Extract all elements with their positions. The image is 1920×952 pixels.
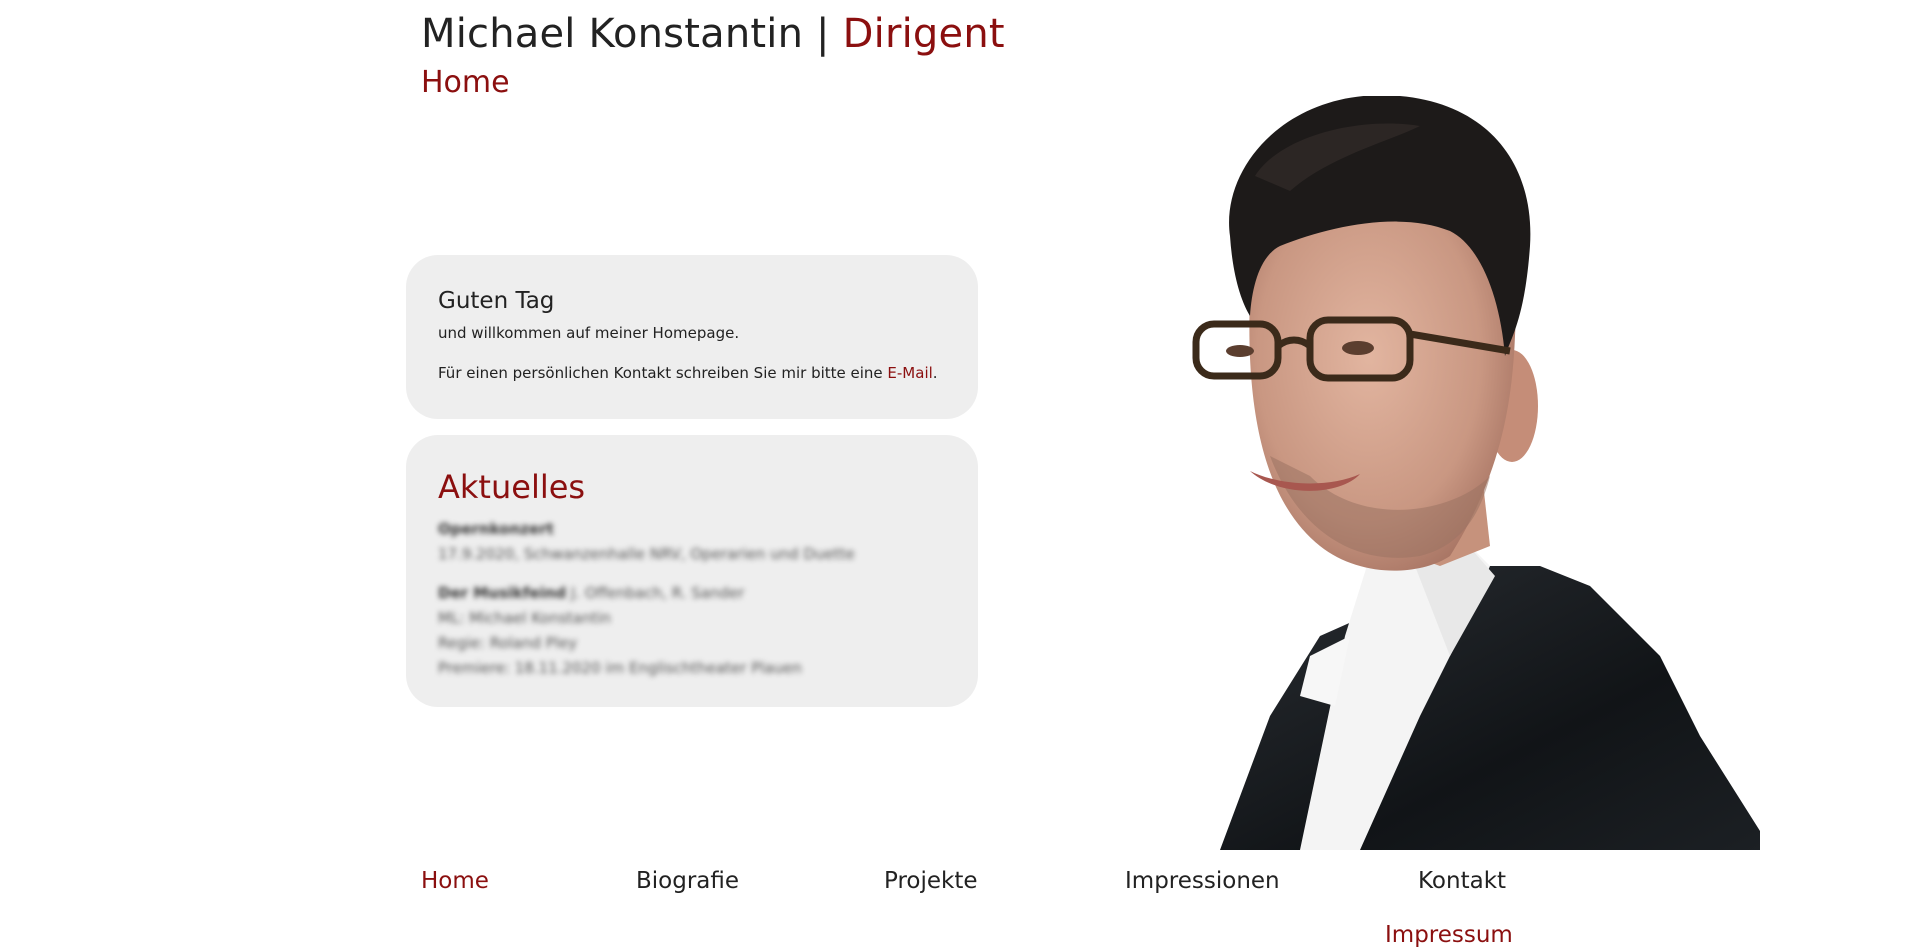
portrait-illustration: [1192, 96, 1760, 850]
news-entry-title: Opernkonzert: [438, 517, 946, 542]
contact-text-suffix: .: [932, 364, 938, 382]
news-entry: Opernkonzert 17.9.2020, Schwanzenhalle N…: [438, 517, 946, 567]
email-link[interactable]: E-Mail: [887, 364, 932, 382]
portrait-image: [1160, 96, 1760, 850]
site-title-role: Dirigent: [842, 11, 1005, 57]
news-entry-title-suffix: J. Offenbach, R. Sander: [566, 584, 745, 602]
news-content: Opernkonzert 17.9.2020, Schwanzenhalle N…: [438, 517, 946, 681]
news-entry-title: Der Musikfeind J. Offenbach, R. Sander: [438, 581, 946, 606]
site-title-name: Michael Konstantin: [421, 11, 804, 57]
nav-biografie[interactable]: Biografie: [636, 866, 739, 896]
contact-text: Für einen persönlichen Kontakt schreiben…: [438, 363, 946, 383]
nav-kontakt[interactable]: Kontakt: [1418, 866, 1506, 896]
site-title-separator: |: [816, 11, 830, 57]
welcome-heading: Guten Tag: [438, 288, 555, 314]
nav-projekte[interactable]: Projekte: [884, 866, 978, 896]
welcome-card: Guten Tag und willkommen auf meiner Home…: [406, 255, 978, 419]
site-title[interactable]: Michael Konstantin | Dirigent: [421, 10, 1005, 58]
news-entry-line: 17.9.2020, Schwanzenhalle NRV, Operarien…: [438, 545, 855, 563]
contact-text-prefix: Für einen persönlichen Kontakt schreiben…: [438, 364, 888, 382]
page: Michael Konstantin | Dirigent Home Guten…: [0, 0, 1920, 952]
news-entry: Der Musikfeind J. Offenbach, R. Sander M…: [438, 581, 946, 681]
nav-impressum[interactable]: Impressum: [1385, 920, 1513, 950]
nav-impressionen[interactable]: Impressionen: [1125, 866, 1280, 896]
news-entry-title-text: Der Musikfeind: [438, 584, 567, 602]
news-card: Aktuelles Opernkonzert 17.9.2020, Schwan…: [406, 435, 978, 707]
page-title: Home: [421, 65, 510, 100]
news-entry-line: ML: Michael Konstantin: [438, 609, 612, 627]
news-entry-line: Regie: Roland Pley: [438, 634, 578, 652]
news-entry-line: Premiere: 18.11.2020 im Englischtheater …: [438, 659, 802, 677]
news-entry-title-text: Opernkonzert: [438, 520, 554, 538]
nav-home[interactable]: Home: [421, 866, 489, 896]
welcome-text: und willkommen auf meiner Homepage.: [438, 324, 740, 342]
news-heading: Aktuelles: [438, 468, 586, 506]
